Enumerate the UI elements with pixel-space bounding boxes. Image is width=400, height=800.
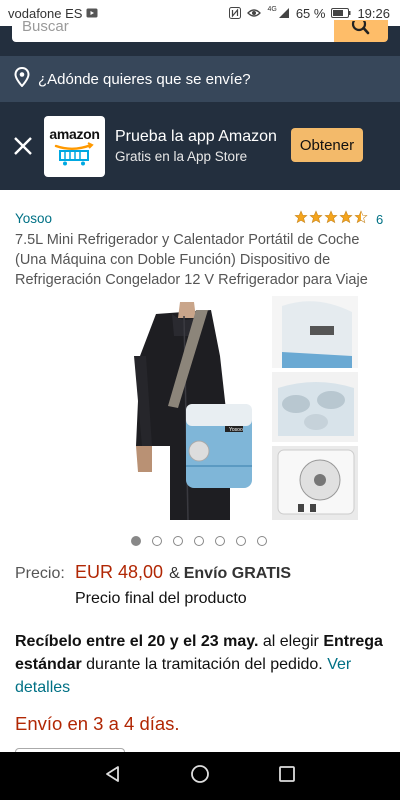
video-icon bbox=[86, 8, 98, 18]
price-row: Precio: EUR 48,00 & Envío GRATIS bbox=[15, 562, 291, 583]
network-label: 4G bbox=[267, 5, 277, 13]
product-title: 7.5L Mini Refrigerador y Calentador Port… bbox=[15, 232, 368, 288]
main-product-photo: Yosoo bbox=[134, 302, 252, 520]
amazon-logo-text: amazon bbox=[49, 126, 100, 142]
cart-icon bbox=[54, 142, 94, 166]
delivery-suffix: durante la tramitación del pedido. bbox=[81, 656, 328, 673]
recents-icon[interactable] bbox=[278, 765, 296, 788]
app-promo-banner: amazon Prueba la app Amazon Gratis en la… bbox=[0, 102, 400, 190]
delivery-info: Recíbelo entre el 20 y el 23 may. al ele… bbox=[15, 630, 390, 699]
review-count[interactable]: 6 bbox=[376, 212, 383, 227]
deliver-to-bar[interactable]: ¿Adónde quieres que se envíe? bbox=[0, 56, 400, 102]
eye-icon bbox=[247, 8, 262, 18]
deliver-to-label: ¿Adónde quieres que se envíe? bbox=[38, 70, 251, 88]
battery-label: 65 % bbox=[295, 5, 326, 21]
search-input[interactable]: Buscar bbox=[12, 20, 334, 42]
ships-in-label: Envío en 3 a 4 días. bbox=[15, 713, 180, 734]
carrier-label: vodafone ES bbox=[8, 5, 83, 21]
search-icon bbox=[351, 16, 371, 40]
app-banner-subtitle: Gratis en la App Store bbox=[115, 148, 248, 164]
delivery-middle: al elegir bbox=[258, 633, 324, 650]
free-shipping-label[interactable]: Envío GRATIS bbox=[184, 565, 291, 583]
location-pin-icon bbox=[14, 66, 30, 91]
carousel-dot[interactable] bbox=[257, 536, 267, 546]
carousel-dot[interactable] bbox=[194, 536, 204, 546]
price-label: Precio: bbox=[15, 565, 65, 582]
product-image[interactable]: Yosoo bbox=[126, 296, 358, 520]
image-carousel-dots[interactable] bbox=[131, 536, 267, 546]
back-icon[interactable] bbox=[104, 765, 122, 788]
star-icon bbox=[309, 210, 323, 224]
carousel-dot[interactable] bbox=[215, 536, 225, 546]
star-icon bbox=[294, 210, 308, 224]
star-icon bbox=[324, 210, 338, 224]
app-banner-title: Prueba la app Amazon bbox=[115, 127, 277, 145]
side-thumbnail-bottom bbox=[272, 446, 358, 520]
brand-link[interactable]: Yosoo bbox=[15, 211, 52, 226]
search-header: Buscar bbox=[0, 16, 400, 56]
carousel-dot[interactable] bbox=[131, 536, 141, 546]
price-amp: & bbox=[169, 565, 180, 582]
star-icon bbox=[339, 210, 353, 224]
side-thumbnail-middle bbox=[272, 372, 358, 442]
nfc-icon bbox=[229, 7, 242, 19]
home-icon[interactable] bbox=[190, 764, 210, 789]
close-icon[interactable] bbox=[12, 135, 34, 157]
clock-label: 19:26 bbox=[357, 5, 390, 21]
amazon-app-logo: amazon bbox=[44, 115, 105, 177]
get-app-button[interactable]: Obtener bbox=[291, 128, 363, 162]
carousel-dot[interactable] bbox=[236, 536, 246, 546]
side-thumbnail-top bbox=[272, 296, 358, 368]
delivery-dates: Recíbelo entre el 20 y el 23 may. bbox=[15, 633, 259, 650]
cooler-logo: Yosoo bbox=[229, 427, 243, 433]
battery-icon bbox=[331, 8, 351, 18]
search-button[interactable] bbox=[334, 16, 388, 42]
carousel-dot[interactable] bbox=[173, 536, 183, 546]
star-rating[interactable] bbox=[294, 210, 368, 224]
system-nav-bar bbox=[0, 752, 400, 800]
search-placeholder: Buscar bbox=[22, 20, 69, 35]
price-value: EUR 48,00 bbox=[75, 562, 164, 582]
half-star-icon bbox=[354, 210, 368, 224]
carousel-dot[interactable] bbox=[152, 536, 162, 546]
final-price-note: Precio final del producto bbox=[75, 590, 247, 607]
signal-icon: 4G bbox=[267, 5, 289, 19]
